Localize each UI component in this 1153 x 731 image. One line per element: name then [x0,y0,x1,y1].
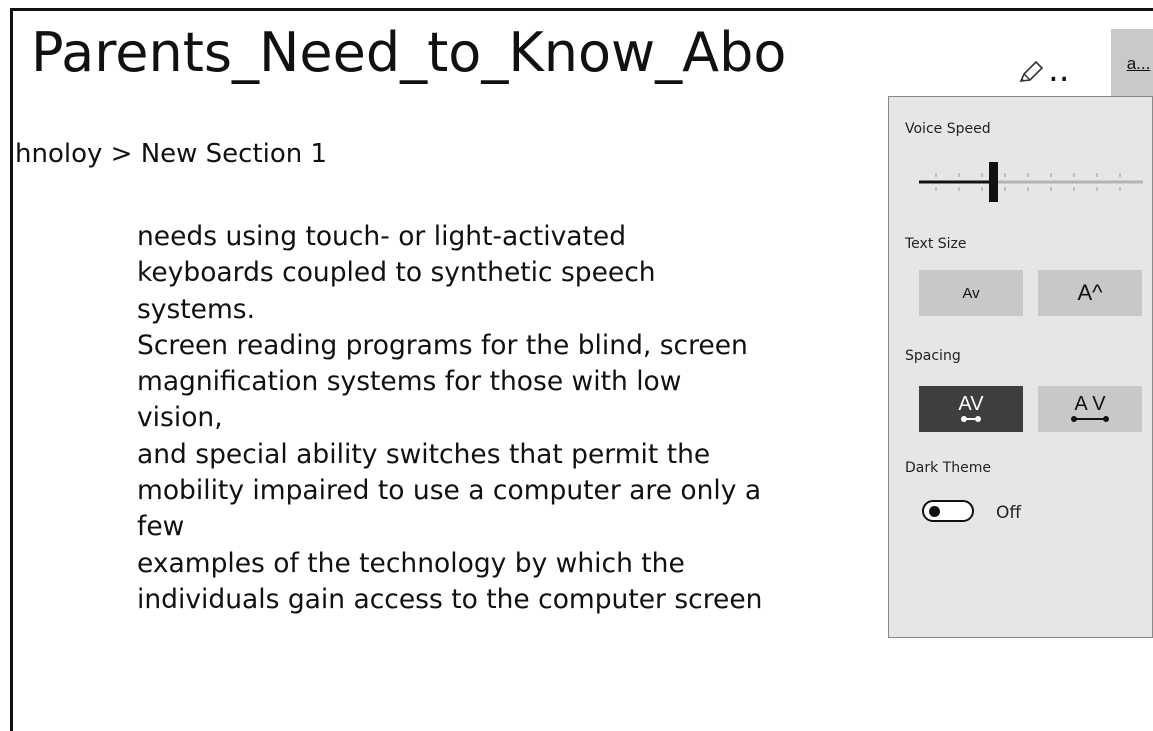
breadcrumb[interactable]: hnoloy > New Section 1 [15,139,327,169]
immersive-reader-button[interactable]: a... [1111,29,1153,97]
spacing-wide-icon [1071,416,1109,422]
text-line: keyboards coupled to synthetic speech [137,257,656,289]
spacing-narrow-icon [961,416,981,422]
text-line: vision, [137,402,223,434]
slider-thumb[interactable] [989,162,998,202]
title-ellipsis: .. [1048,50,1070,90]
decrease-text-size-button[interactable]: Av [919,270,1023,316]
dark-theme-toggle[interactable] [922,500,974,522]
text-size-label: Text Size [905,236,967,252]
text-line: Screen reading programs for the blind, s… [137,329,748,361]
reader-settings-panel: Voice Speed Text Size Av A^ Spacing AV A… [888,96,1153,638]
dark-theme-label: Dark Theme [905,460,991,476]
wide-spacing-button[interactable]: A V [1038,386,1142,432]
text-line: mobility impaired to use a computer are … [137,475,762,507]
document-body: needs using touch- or light-activated ke… [137,219,872,618]
text-line: and special ability switches that permit… [137,438,711,470]
increase-text-size-button[interactable]: A^ [1038,270,1142,316]
narrow-spacing-button[interactable]: AV [919,386,1023,432]
pencil-icon[interactable] [1017,59,1045,87]
decrease-text-size-label: Av [962,284,980,302]
toggle-knob [929,506,940,517]
text-line: needs using touch- or light-activated [137,221,627,252]
wide-spacing-label: A V [1074,393,1106,415]
narrow-spacing-label: AV [958,393,984,415]
increase-text-size-label: A^ [1077,280,1103,305]
voice-speed-slider[interactable] [919,157,1143,207]
voice-speed-label: Voice Speed [905,121,991,137]
text-line: systems. [137,293,256,325]
page-title: Parents_Need_to_Know_About_As [31,21,791,84]
dark-theme-state: Off [996,503,1022,523]
text-line: few [137,511,185,543]
text-line: examples of the technology by which the [137,547,685,579]
text-line: individuals gain access to the computer … [137,583,763,615]
spacing-label: Spacing [905,348,961,364]
text-line: magnification systems for those with low [137,366,682,398]
reader-button-label: a... [1126,53,1151,73]
